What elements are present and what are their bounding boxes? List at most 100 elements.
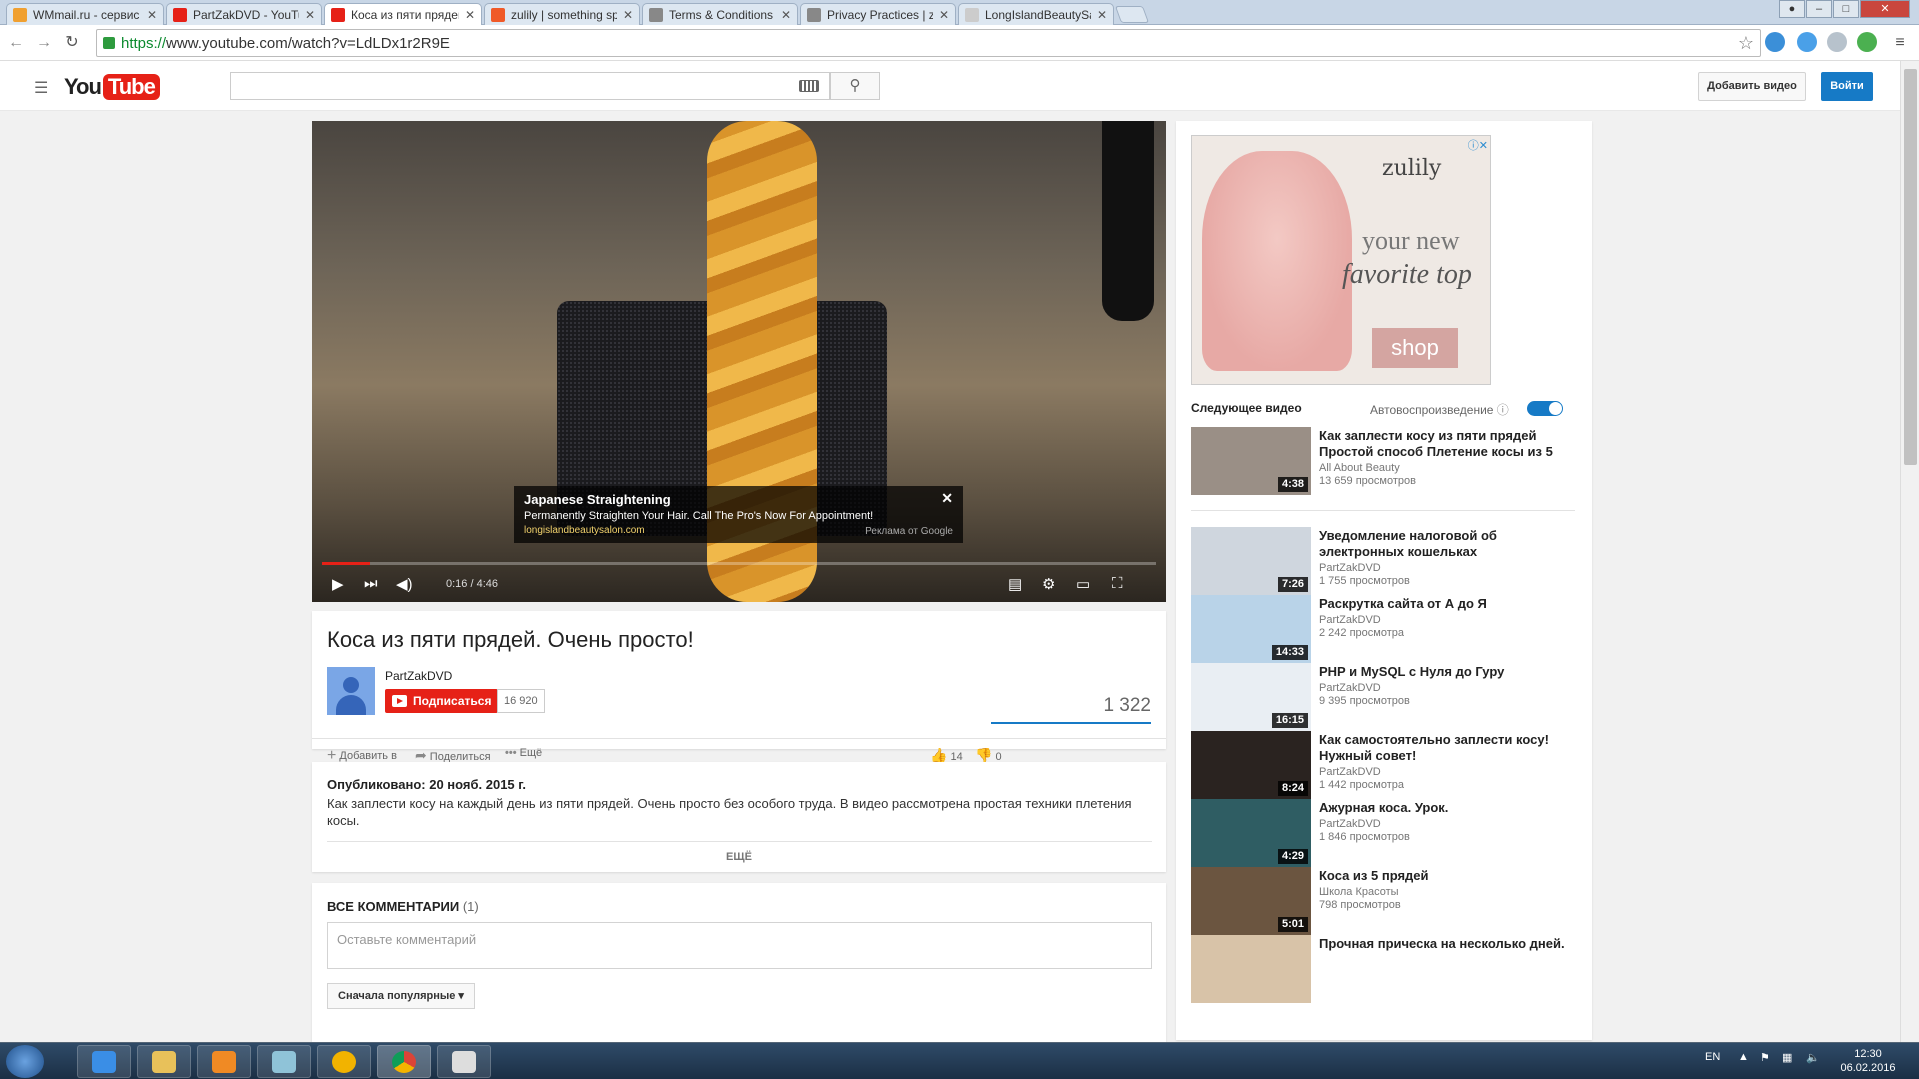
video-thumbnail[interactable]: 14:33 (1191, 595, 1311, 663)
extension-icon[interactable] (1765, 32, 1785, 52)
comment-input[interactable]: Оставьте комментарий (327, 922, 1152, 969)
shield-icon[interactable] (1827, 32, 1847, 52)
tab-partzakdvd[interactable]: PartZakDVD - YouTube ✕ (166, 3, 322, 25)
related-video-title[interactable]: PHP и MySQL с Нуля до Гуру (1319, 664, 1581, 680)
tray-network-icon[interactable]: ▦ (1782, 1051, 1792, 1064)
tab-privacy[interactable]: Privacy Practices | zulily ✕ (800, 3, 956, 25)
video-thumbnail[interactable]: 7:26 (1191, 527, 1311, 595)
taskbar-aimp[interactable] (317, 1045, 371, 1078)
tab-wmmail[interactable]: WMmail.ru - сервис почт ✕ (6, 3, 164, 25)
related-video-title[interactable]: Уведомление налоговой об электронных кош… (1319, 528, 1581, 560)
bookmark-star-icon[interactable]: ☆ (1738, 33, 1754, 54)
minimize-icon[interactable]: – (1806, 0, 1832, 18)
taskbar-ie[interactable] (77, 1045, 131, 1078)
taskbar-media[interactable] (197, 1045, 251, 1078)
play-icon[interactable]: ▶ (332, 575, 344, 593)
forward-icon[interactable]: → (34, 33, 54, 53)
related-video-item[interactable]: 8:24 Как самостоятельно заплести косу! Ну… (1191, 731, 1581, 801)
related-video-item[interactable]: 16:15 PHP и MySQL с Нуля до Гуру PartZakDV… (1191, 663, 1581, 733)
tray-arrow-icon[interactable]: ▲ (1738, 1051, 1749, 1063)
new-tab-button[interactable] (1114, 6, 1150, 23)
tab-active-video[interactable]: Коса из пяти прядей. Оче ✕ (324, 3, 482, 26)
tab-terms[interactable]: Terms & Conditions | zulily ✕ (642, 3, 798, 25)
channel-avatar[interactable] (327, 667, 375, 715)
next-icon[interactable]: ⏭ (364, 575, 378, 592)
related-video-title[interactable]: Раскрутка сайта от А до Я (1319, 596, 1581, 612)
ad-overlay[interactable]: Japanese Straightening Permanently Strai… (514, 486, 963, 543)
related-video-title[interactable]: Как самостоятельно заплести косу! Нужный… (1319, 732, 1581, 764)
close-icon[interactable]: ✕ (939, 8, 949, 22)
tab-longisland[interactable]: LongIslandBeautySalon ✕ (958, 3, 1114, 25)
related-video-item[interactable]: Прочная прическа на несколько дней. (1191, 935, 1581, 1005)
language-indicator[interactable]: EN (1705, 1051, 1720, 1063)
video-thumbnail[interactable]: 4:38 (1191, 427, 1311, 495)
theater-mode-icon[interactable]: ▭ (1076, 575, 1090, 593)
guide-menu-icon[interactable]: ☰ (34, 78, 48, 98)
globe-icon[interactable] (1857, 32, 1877, 52)
taskbar-chrome[interactable] (377, 1045, 431, 1078)
related-video-item[interactable]: 4:38 Как заплести косу из пяти прядей Про… (1191, 427, 1581, 497)
address-bar[interactable]: https://www.youtube.com/watch?v=LdLDx1r2… (96, 29, 1761, 57)
autoplay-toggle[interactable] (1527, 401, 1563, 416)
video-thumbnail[interactable] (1191, 935, 1311, 1003)
video-thumbnail[interactable]: 8:24 (1191, 731, 1311, 799)
more-actions-button[interactable]: ••• Ещё (505, 747, 542, 759)
video-player[interactable]: Japanese Straightening Permanently Strai… (312, 121, 1166, 602)
search-input[interactable] (230, 72, 830, 100)
menu-icon[interactable]: ≡ (1890, 33, 1910, 53)
tray-volume-icon[interactable]: 🔈 (1806, 1051, 1820, 1064)
volume-icon[interactable]: ◀) (396, 575, 413, 593)
subtitles-icon[interactable]: ▤ (1008, 575, 1022, 593)
sort-dropdown[interactable]: Сначала популярные ▾ (327, 983, 475, 1009)
related-video-title[interactable]: Как заплести косу из пяти прядей Простой… (1319, 428, 1581, 460)
close-icon[interactable]: ✕ (623, 8, 633, 22)
progress-bar[interactable] (322, 562, 1156, 565)
taskbar-explorer[interactable] (137, 1045, 191, 1078)
related-video-item[interactable]: 4:29 Ажурная коса. Урок. PartZakDVD 1 846 п… (1191, 799, 1581, 869)
show-more-button[interactable]: ЕЩЁ (312, 851, 1166, 863)
zulily-ad-banner[interactable]: zulily your new favorite top shop ⓘ✕ (1191, 135, 1491, 385)
related-video-item[interactable]: 7:26 Уведомление налоговой об электронных… (1191, 527, 1581, 597)
tray-flag-icon[interactable]: ⚑ (1760, 1051, 1770, 1064)
keyboard-icon[interactable] (799, 80, 819, 92)
search-button[interactable]: ⚲ (830, 72, 880, 100)
ad-shop-button[interactable]: shop (1372, 328, 1458, 368)
maximize-icon[interactable]: □ (1833, 0, 1859, 18)
related-video-item[interactable]: 5:01 Коса из 5 прядей Школа Красоты 798 про… (1191, 867, 1581, 937)
close-icon[interactable]: ✕ (147, 8, 157, 22)
close-icon[interactable]: ✕ (465, 8, 475, 22)
sign-in-button[interactable]: Войти (1821, 72, 1873, 101)
window-close-icon[interactable]: ✕ (1860, 0, 1910, 18)
video-thumbnail[interactable]: 16:15 (1191, 663, 1311, 731)
reload-icon[interactable]: ↻ (62, 33, 82, 53)
extension-icon[interactable] (1797, 32, 1817, 52)
settings-gear-icon[interactable]: ⚙ (1042, 575, 1055, 593)
close-icon[interactable]: ✕ (305, 8, 315, 22)
tab-favicon (13, 7, 27, 22)
related-video-title[interactable]: Ажурная коса. Урок. (1319, 800, 1581, 816)
youtube-logo[interactable]: You Tube (64, 74, 160, 100)
subscribe-button[interactable]: Подписаться (385, 689, 499, 713)
related-video-item[interactable]: 14:33 Раскрутка сайта от А до Я PartZakDVD… (1191, 595, 1581, 665)
taskbar-notepad[interactable] (257, 1045, 311, 1078)
system-clock[interactable]: 12:30 06.02.2016 (1828, 1047, 1908, 1075)
channel-name[interactable]: PartZakDVD (385, 669, 452, 683)
user-icon[interactable]: ● (1779, 0, 1805, 18)
description-divider (327, 841, 1152, 842)
adchoices-icon[interactable]: ⓘ✕ (1468, 137, 1488, 153)
close-icon[interactable]: ✕ (1097, 8, 1107, 22)
video-thumbnail[interactable]: 4:29 (1191, 799, 1311, 867)
upload-button[interactable]: Добавить видео (1698, 72, 1806, 101)
fullscreen-icon[interactable]: ⛶ (1112, 575, 1123, 592)
close-icon[interactable]: ✕ (781, 8, 791, 22)
ad-close-icon[interactable]: ✕ (941, 490, 953, 507)
page-scrollbar[interactable] (1900, 61, 1919, 1042)
video-thumbnail[interactable]: 5:01 (1191, 867, 1311, 935)
tab-zulily[interactable]: zulily | something special ✕ (484, 3, 640, 25)
scrollbar-thumb[interactable] (1904, 69, 1917, 465)
back-icon[interactable]: ← (6, 33, 26, 53)
related-video-title[interactable]: Коса из 5 прядей (1319, 868, 1581, 884)
start-button[interactable] (6, 1045, 44, 1078)
related-video-title[interactable]: Прочная прическа на несколько дней. (1319, 936, 1581, 952)
taskbar-app[interactable] (437, 1045, 491, 1078)
